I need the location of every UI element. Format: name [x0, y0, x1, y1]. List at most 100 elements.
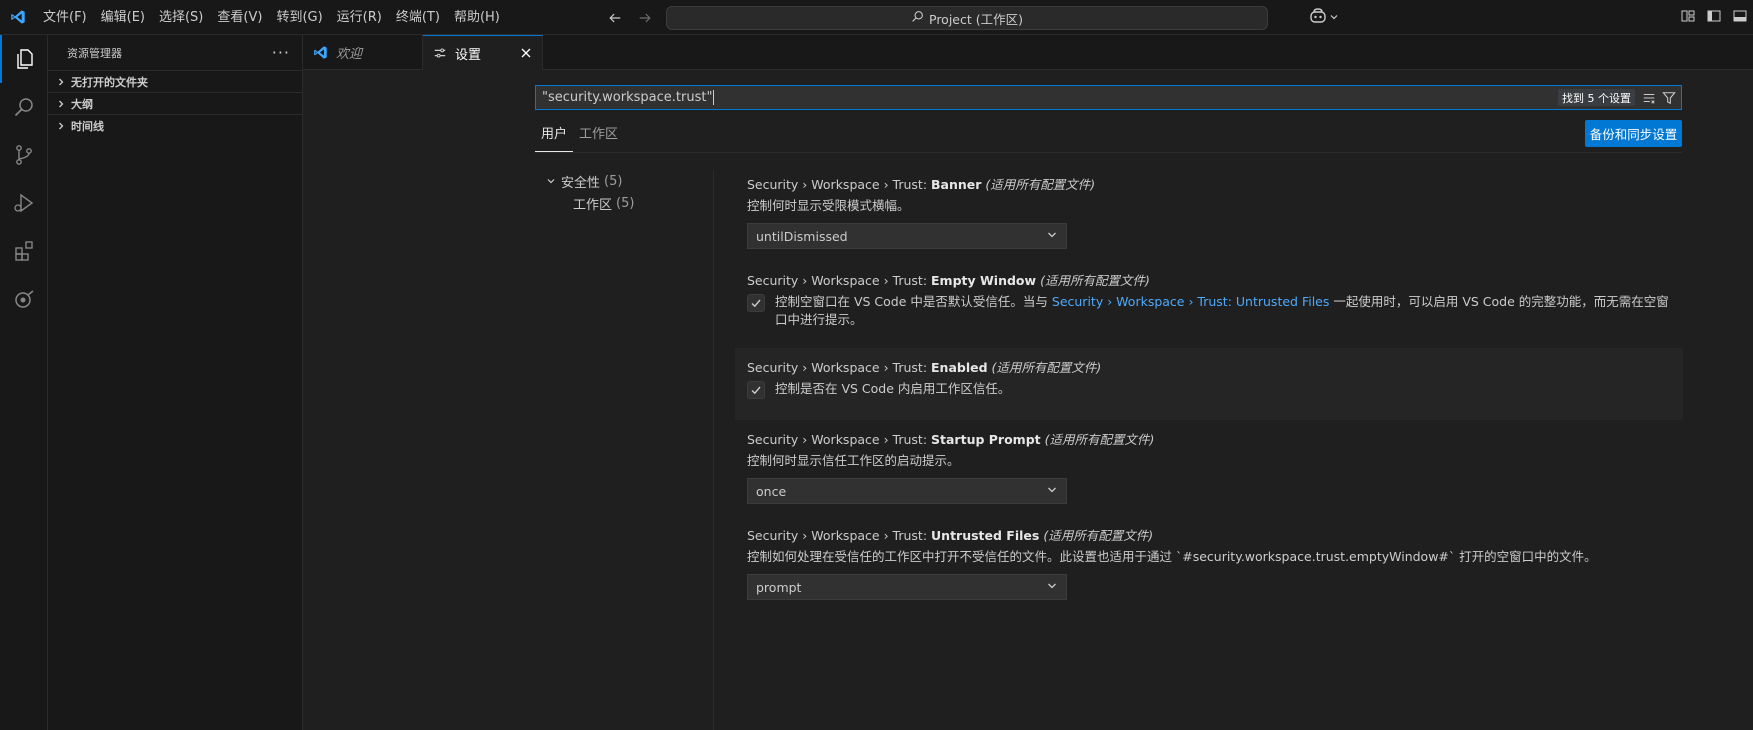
- menu-help[interactable]: 帮助(H): [447, 0, 507, 35]
- settings-editor: "security.workspace.trust" 找到 5 个设置 用户 工…: [303, 70, 1753, 730]
- setting-description: 控制是否在 VS Code 内启用工作区信任。: [775, 381, 1011, 396]
- setting-description: 控制何时显示受限模式横幅。: [747, 198, 910, 213]
- setting-trust-enabled: Security › Workspace › Trust: Enabled (适用…: [735, 348, 1683, 420]
- section-label: 时间线: [71, 119, 104, 133]
- setting-name: Enabled: [931, 360, 988, 375]
- sidebar-header: 资源管理器 ···: [48, 35, 302, 70]
- setting-scope: (适用所有配置文件): [1040, 273, 1150, 288]
- toggle-primary-sidebar-icon[interactable]: [1706, 8, 1722, 24]
- setting-title: Security › Workspace › Trust: Startup Pr…: [747, 430, 1683, 450]
- settings-list: Security › Workspace › Trust: Banner (适用所…: [735, 165, 1683, 612]
- remote-explorer-icon[interactable]: [0, 275, 48, 323]
- toc-item-workspace[interactable]: 工作区 (5): [543, 192, 703, 214]
- setting-description: 控制空窗口在 VS Code 中是否默认受信任。当与 Security › Wo…: [775, 293, 1675, 329]
- menu-go[interactable]: 转到(G): [269, 0, 329, 35]
- setting-scope: (适用所有配置文件): [985, 177, 1096, 192]
- more-actions-icon[interactable]: ···: [272, 43, 290, 62]
- menu-run[interactable]: 运行(R): [330, 0, 389, 35]
- setting-trust-startup-prompt: Security › Workspace › Trust: Startup Pr…: [735, 420, 1683, 516]
- vscode-logo-icon: [0, 0, 36, 35]
- setting-name: Untrusted Files: [931, 528, 1040, 543]
- title-bar: 文件(F) 编辑(E) 选择(S) 查看(V) 转到(G) 运行(R) 终端(T…: [0, 0, 1753, 35]
- setting-trust-untrusted-files: Security › Workspace › Trust: Untrusted …: [735, 516, 1683, 612]
- setting-title: Security › Workspace › Trust: Banner (适用所…: [747, 175, 1683, 195]
- toc-group-label: 安全性: [561, 175, 601, 191]
- layout-controls: [1680, 8, 1753, 24]
- scope-divider: [535, 152, 1682, 153]
- toc-item-count: (5): [616, 195, 635, 211]
- chevron-down-icon: [1046, 229, 1058, 244]
- activity-bar: [0, 35, 48, 730]
- setting-title: Security › Workspace › Trust: Untrusted …: [747, 526, 1683, 546]
- backup-sync-button[interactable]: 备份和同步设置: [1585, 120, 1682, 147]
- settings-scope-tabs: 用户 工作区: [535, 120, 624, 152]
- run-debug-icon[interactable]: [0, 179, 48, 227]
- toc-group-security[interactable]: 安全性 (5): [543, 170, 703, 192]
- menu-edit[interactable]: 编辑(E): [94, 0, 152, 35]
- setting-prefix: Security › Workspace › Trust:: [747, 360, 932, 375]
- tab-label: 设置: [455, 47, 482, 63]
- filter-icon[interactable]: [1661, 90, 1677, 106]
- clear-filter-icon[interactable]: [1641, 90, 1657, 106]
- explorer-icon[interactable]: [0, 35, 48, 83]
- tab-user[interactable]: 用户: [535, 120, 574, 152]
- tab-welcome[interactable]: 欢迎: [303, 35, 423, 70]
- menu-bar: 文件(F) 编辑(E) 选择(S) 查看(V) 转到(G) 运行(R) 终端(T…: [36, 0, 507, 35]
- copilot-icon: [1309, 8, 1327, 28]
- close-icon[interactable]: [518, 45, 534, 61]
- customize-layout-icon[interactable]: [1680, 8, 1696, 24]
- back-arrow-icon[interactable]: [607, 10, 623, 26]
- setting-description: 控制如何处理在受信任的工作区中打开不受信任的文件。此设置也适用于通过 `#sec…: [747, 549, 1597, 564]
- forward-arrow-icon[interactable]: [637, 10, 653, 26]
- sidebar-title: 资源管理器: [67, 46, 122, 60]
- settings-tab-icon: [433, 46, 447, 60]
- setting-trust-empty-window: Security › Workspace › Trust: Empty Wind…: [735, 261, 1683, 348]
- check-icon: [751, 386, 761, 395]
- banner-select[interactable]: untilDismissed: [747, 223, 1067, 249]
- result-count-badge: 找到 5 个设置: [1558, 89, 1635, 106]
- enabled-checkbox[interactable]: [747, 381, 765, 399]
- setting-name: Empty Window: [931, 273, 1037, 288]
- section-outline[interactable]: 大纲: [48, 92, 302, 114]
- search-icon[interactable]: [0, 83, 48, 131]
- setting-title: Security › Workspace › Trust: Empty Wind…: [747, 271, 1683, 291]
- source-control-icon[interactable]: [0, 131, 48, 179]
- menu-selection[interactable]: 选择(S): [152, 0, 210, 35]
- settings-search-input[interactable]: "security.workspace.trust" 找到 5 个设置: [535, 85, 1682, 110]
- menu-terminal[interactable]: 终端(T): [389, 0, 447, 35]
- command-center[interactable]: Project (工作区): [666, 6, 1268, 30]
- chevron-right-icon: [53, 96, 69, 112]
- check-icon: [751, 299, 761, 308]
- settings-toc: 安全性 (5) 工作区 (5): [543, 170, 703, 214]
- select-value: untilDismissed: [756, 228, 848, 244]
- setting-prefix: Security › Workspace › Trust:: [747, 273, 932, 288]
- empty-window-checkbox[interactable]: [747, 294, 765, 312]
- extensions-icon[interactable]: [0, 227, 48, 275]
- setting-scope: (适用所有配置文件): [1044, 432, 1155, 447]
- menu-file[interactable]: 文件(F): [36, 0, 94, 35]
- setting-checkbox-row: 控制是否在 VS Code 内启用工作区信任。: [747, 380, 1683, 399]
- setting-prefix: Security › Workspace › Trust:: [747, 528, 932, 543]
- section-timeline[interactable]: 时间线: [48, 114, 302, 136]
- chevron-down-icon: [543, 173, 559, 189]
- untrusted-files-link[interactable]: Security › Workspace › Trust: Untrusted …: [1052, 294, 1329, 309]
- toggle-panel-icon[interactable]: [1732, 8, 1748, 24]
- startup-prompt-select[interactable]: once: [747, 478, 1067, 504]
- setting-checkbox-row: 控制空窗口在 VS Code 中是否默认受信任。当与 Security › Wo…: [747, 293, 1683, 329]
- setting-description: 控制何时显示信任工作区的启动提示。: [747, 453, 960, 468]
- text-caret: [713, 90, 715, 105]
- tab-workspace[interactable]: 工作区: [573, 120, 624, 152]
- tab-settings[interactable]: 设置: [423, 35, 543, 70]
- toc-item-label: 工作区: [573, 197, 613, 213]
- menu-view[interactable]: 查看(V): [210, 0, 269, 35]
- copilot-button[interactable]: [1309, 8, 1339, 28]
- section-label: 大纲: [71, 97, 93, 111]
- section-no-folder[interactable]: 无打开的文件夹: [48, 70, 302, 92]
- tab-label: 欢迎: [336, 47, 363, 62]
- chevron-right-icon: [53, 118, 69, 134]
- untrusted-files-select[interactable]: prompt: [747, 574, 1067, 600]
- explorer-sidebar: 资源管理器 ··· 无打开的文件夹 大纲 时间线: [48, 35, 303, 730]
- select-value: prompt: [756, 579, 802, 595]
- search-icon: [911, 10, 924, 26]
- command-center-label: Project (工作区): [929, 11, 1023, 27]
